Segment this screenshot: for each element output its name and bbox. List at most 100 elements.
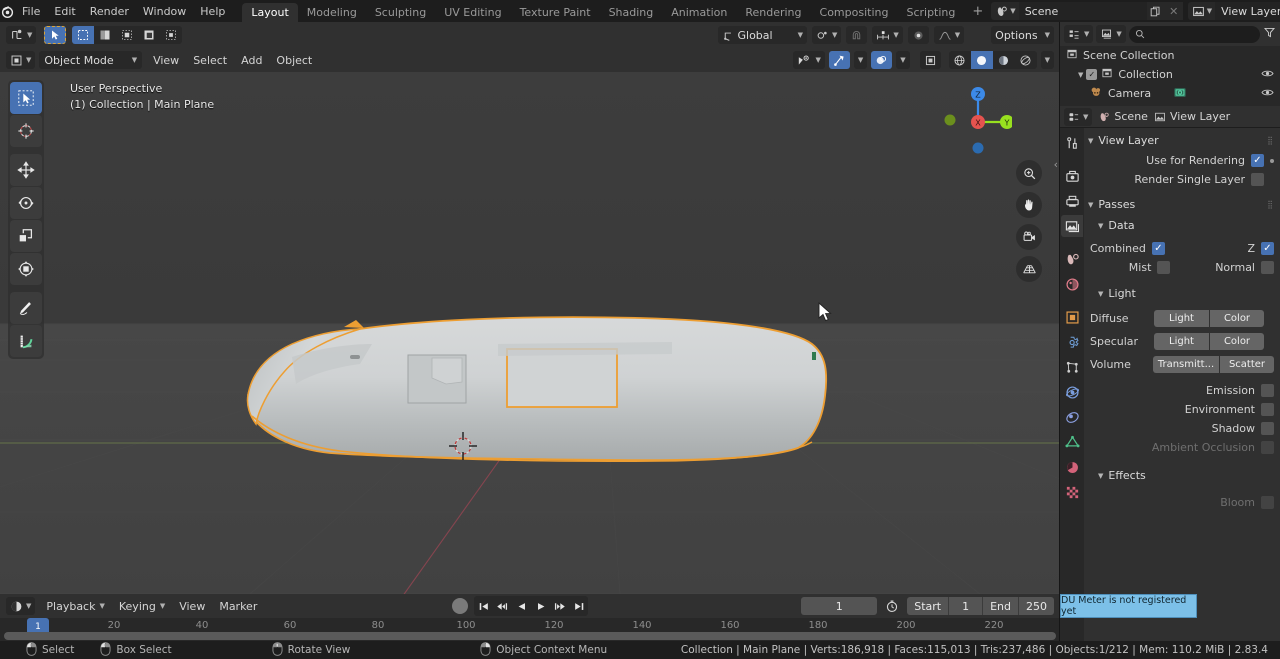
end-value[interactable]: 250 (1018, 597, 1054, 615)
outliner-filter-button[interactable] (1263, 26, 1276, 42)
playback-controls[interactable] (474, 596, 588, 616)
properties-tab-strip[interactable] (1060, 128, 1084, 659)
timeline-horizontal-scrollbar[interactable] (4, 632, 1056, 640)
top-menu-edit[interactable]: Edit (47, 0, 82, 22)
workspace-tab-scripting[interactable]: Scripting (897, 3, 964, 22)
visibility-eye-icon[interactable] (1261, 87, 1274, 101)
volume-scatter-button[interactable]: Scatter (1219, 356, 1274, 373)
properties-tab-texture-tab[interactable] (1061, 481, 1083, 503)
sidebar-expand-arrow-icon[interactable]: ‹ (1054, 158, 1058, 171)
viewport-menu-add[interactable]: Add (234, 51, 269, 69)
specular-light-button[interactable]: Light (1154, 333, 1209, 350)
frame-range-fields[interactable]: Start 1 End 250 (907, 597, 1054, 615)
row-mist-normal[interactable]: Mist Normal (1084, 258, 1280, 277)
diffuse-light-button[interactable]: Light (1154, 310, 1209, 327)
row-volume[interactable]: Volume Transmitt... Scatter (1084, 353, 1280, 376)
outliner-display-mode-button[interactable]: ▼ (1064, 25, 1094, 43)
select-box-mode[interactable] (72, 26, 95, 44)
outliner-row-camera[interactable]: Camera (1060, 84, 1280, 103)
panel-effects-header[interactable]: ▼ Effects (1084, 465, 1280, 486)
outliner-row-collection[interactable]: ▼ ✓ Collection (1060, 65, 1280, 84)
panel-passes-header[interactable]: ▼ Passes ⣿ (1084, 194, 1280, 215)
gizmo-toggle[interactable] (828, 51, 850, 69)
zoom-icon[interactable] (1016, 160, 1042, 186)
3d-viewport[interactable]: User Perspective (1) Collection | Main P… (0, 72, 1060, 594)
shadow-checkbox[interactable] (1261, 422, 1274, 435)
panel-view-layer-header[interactable]: ▼ View Layer ⣿ (1084, 130, 1280, 151)
view-layer-browse-button[interactable]: ▼ (1187, 2, 1216, 20)
use-for-rendering-checkbox[interactable]: ✓ (1251, 154, 1264, 167)
properties-tab-material-tab[interactable] (1061, 456, 1083, 478)
outliner-search-input[interactable] (1128, 25, 1260, 43)
scene-duplicate-button[interactable] (1146, 2, 1165, 20)
combined-checkbox[interactable]: ✓ (1151, 242, 1165, 255)
breadcrumb-view-layer[interactable]: View Layer (1154, 110, 1230, 123)
timeline-menu-marker[interactable]: Marker (212, 597, 264, 615)
timeline-ruler[interactable]: 20406080100120140160180200220240 1 (0, 618, 1060, 641)
shading-mode-group[interactable] (948, 51, 1037, 69)
animate-property-dot-icon[interactable] (1270, 158, 1274, 163)
row-render-single-layer[interactable]: Render Single Layer (1084, 170, 1280, 189)
disclosure-triangle-icon[interactable]: ▼ (1078, 71, 1083, 79)
play-reverse-icon[interactable] (512, 596, 531, 616)
select-extend-mode[interactable] (94, 26, 116, 44)
shading-mode-rendered[interactable] (1015, 51, 1037, 69)
current-frame-field[interactable]: 1 (801, 597, 878, 615)
scene-browse-button[interactable]: ▼ (991, 2, 1019, 20)
visibility-eye-icon[interactable] (1261, 68, 1274, 82)
diffuse-buttons[interactable]: Light Color (1154, 310, 1264, 327)
pan-hand-icon[interactable] (1016, 192, 1042, 218)
view-layer-selector[interactable]: ▼ View Layer ✕ (1187, 2, 1280, 20)
breadcrumb-scene[interactable]: Scene (1098, 110, 1148, 123)
xray-toggle[interactable] (919, 51, 941, 69)
active-tool-button[interactable]: ▼ (6, 26, 37, 44)
specular-color-button[interactable]: Color (1209, 333, 1264, 350)
select-mode-group[interactable] (72, 26, 183, 44)
shading-mode-material-preview[interactable] (993, 51, 1015, 69)
cursor-tool[interactable] (10, 115, 42, 147)
proportional-editing-toggle[interactable] (907, 26, 929, 44)
object-visibility-dropdown[interactable]: ▼ (793, 51, 825, 69)
annotate-tool[interactable] (10, 292, 42, 324)
select-subtract-mode[interactable] (116, 26, 138, 44)
scene-selector[interactable]: ▼ Scene ✕ (991, 2, 1183, 20)
outliner-exclude-checkbox[interactable]: ✓ (1086, 69, 1098, 80)
view-layer-name-field[interactable]: View Layer (1215, 2, 1280, 20)
measure-tool[interactable] (10, 325, 42, 357)
aircraft-model[interactable] (0, 72, 1060, 594)
viewport-menu-view[interactable]: View (146, 51, 186, 69)
tweak-tool-button[interactable] (44, 26, 67, 44)
viewport-options-dropdown[interactable]: Options ▼ (991, 26, 1054, 44)
overlays-settings-dropdown[interactable]: ▼ (896, 51, 910, 69)
select-difference-mode[interactable] (138, 26, 160, 44)
workspace-tab-layout[interactable]: Layout (242, 3, 298, 22)
shading-mode-solid[interactable] (970, 51, 993, 69)
add-workspace-button[interactable]: + (964, 2, 991, 21)
pivot-point-dropdown[interactable]: ▼ (811, 26, 842, 44)
properties-editor-type-button[interactable]: ▼ (1064, 107, 1093, 126)
workspace-tab-shading[interactable]: Shading (600, 3, 663, 22)
start-value[interactable]: 1 (948, 597, 982, 615)
play-icon[interactable] (531, 596, 550, 616)
prev-keyframe-icon[interactable] (493, 596, 512, 616)
workspace-tab-modeling[interactable]: Modeling (298, 3, 366, 22)
camera-data-icon[interactable] (1173, 86, 1187, 102)
blender-logo-icon[interactable] (0, 0, 15, 22)
properties-tab-modifier-tab[interactable] (1061, 331, 1083, 353)
stopwatch-icon[interactable] (883, 597, 901, 615)
properties-tab-view-layer-tab[interactable] (1061, 215, 1083, 237)
shading-settings-dropdown[interactable]: ▼ (1040, 51, 1054, 69)
scale-tool[interactable] (10, 220, 42, 252)
camera-view-icon[interactable] (1016, 224, 1042, 250)
jump-end-icon[interactable] (569, 596, 588, 616)
timeline-menu-view[interactable]: View (172, 597, 212, 615)
timeline-editor-type-button[interactable]: ▼ (6, 597, 36, 615)
row-emission[interactable]: Emission (1084, 381, 1280, 400)
environment-checkbox[interactable] (1261, 403, 1274, 416)
row-use-for-rendering[interactable]: Use for Rendering ✓ (1084, 151, 1280, 170)
viewport-menu-select[interactable]: Select (186, 51, 234, 69)
gizmo-axis-neg-z[interactable] (972, 142, 984, 154)
workspace-tab-compositing[interactable]: Compositing (811, 3, 898, 22)
jump-start-icon[interactable] (474, 596, 493, 616)
falloff-dropdown[interactable]: ▼ (933, 26, 965, 44)
